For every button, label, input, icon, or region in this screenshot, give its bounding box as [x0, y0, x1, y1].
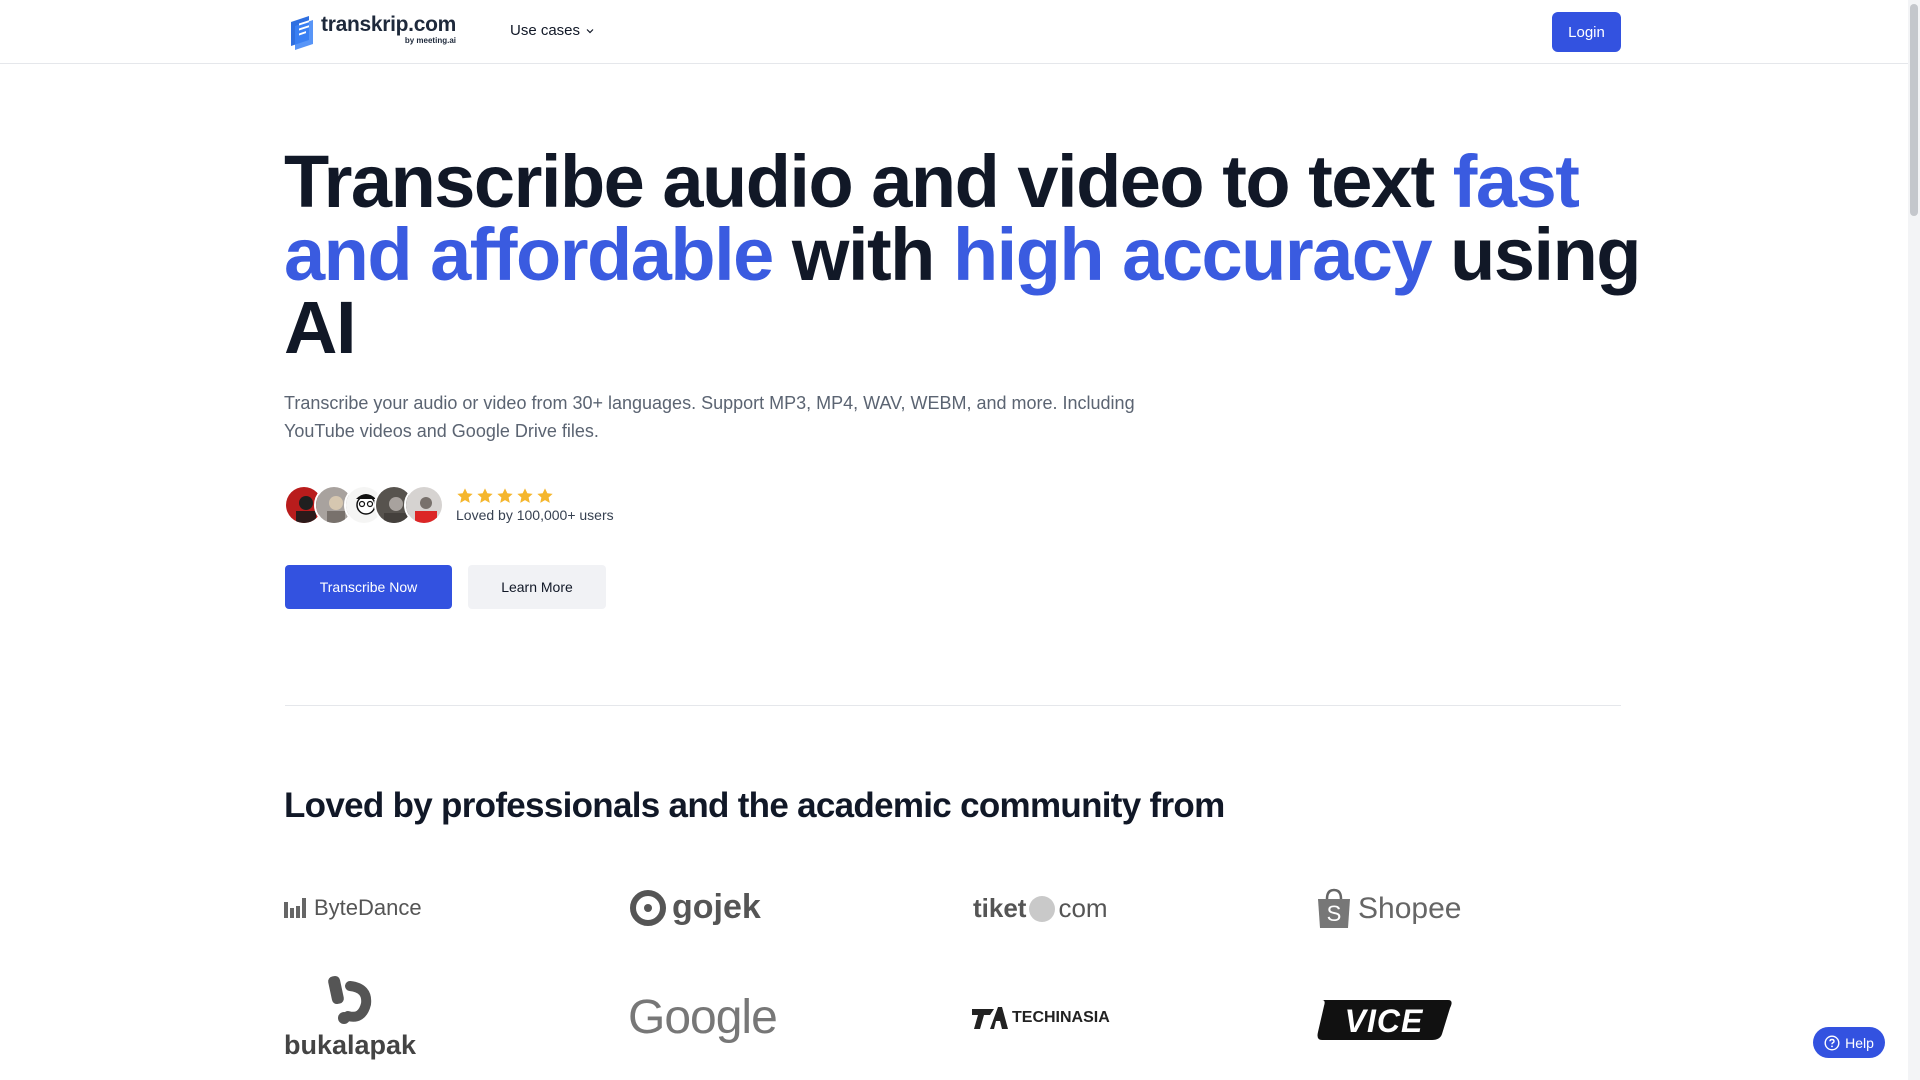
top-navbar: transkrip.com by meeting.ai Use cases Lo… [0, 0, 1908, 64]
chevron-down-icon [586, 28, 594, 33]
vice-wordmark: VICE [1345, 1003, 1424, 1039]
help-label: Help [1845, 1034, 1874, 1051]
google-wordmark: Google [628, 991, 778, 1044]
logos-section-title: Loved by professionals and the academic … [284, 786, 1225, 825]
vice-logo-graphic: VICE [1317, 1000, 1452, 1040]
hero-subtitle: Transcribe your audio or video from 30+ … [284, 393, 1135, 441]
user-avatars [284, 485, 444, 525]
logo-mark-icon [291, 16, 313, 50]
tiket-logo: tiket com [973, 893, 1108, 924]
page-scrollbar[interactable] [1908, 0, 1920, 1080]
shopee-wordmark: Shopee [1358, 892, 1462, 925]
gojek-logo: gojek [630, 888, 761, 927]
tiket-wordmark-right: com [1058, 893, 1108, 923]
bukalapak-logo: bukalapak [284, 972, 416, 1061]
rating-block: Loved by 100,000+ users [456, 487, 614, 523]
star-icon [537, 488, 553, 503]
site-logo[interactable]: transkrip.com by meeting.ai [285, 14, 456, 50]
transcribe-now-button[interactable]: Transcribe Now [285, 565, 452, 609]
google-logo: Google [628, 990, 778, 1045]
bukalapak-wordmark: bukalapak [284, 1030, 417, 1060]
hero-title-part-2: with [772, 213, 953, 296]
hero-title-part-1: Transcribe audio and video to text [284, 140, 1453, 223]
star-icon [457, 488, 473, 503]
hero-title: Transcribe audio and video to text fast … [284, 145, 1664, 365]
social-proof: Loved by 100,000+ users [284, 485, 614, 525]
hero-title-highlight-2: high accuracy [952, 213, 1433, 296]
techinasia-logo: TECHINASIA [972, 1005, 1110, 1031]
vice-logo: VICE [1316, 996, 1454, 1042]
techinasia-wordmark: TECHINASIA [1012, 1009, 1110, 1026]
bytedance-bars-icon [284, 898, 306, 918]
nav-use-cases[interactable]: Use cases [510, 22, 595, 39]
gojek-mark-icon [630, 889, 666, 926]
svg-text:S: S [1327, 901, 1342, 926]
techinasia-mark-icon [972, 1007, 1008, 1029]
login-button[interactable]: Login [1552, 12, 1621, 52]
nav-use-cases-label: Use cases [510, 22, 581, 39]
tiket-dot-icon [1029, 895, 1056, 922]
learn-more-button[interactable]: Learn More [468, 565, 606, 609]
logo-name: transkrip.com [321, 13, 456, 36]
bukalapak-mark-icon [328, 975, 372, 1024]
shopee-logo: S Shopee [1316, 888, 1461, 930]
gojek-wordmark: gojek [672, 888, 761, 926]
bytedance-wordmark: ByteDance [314, 895, 422, 920]
logo-byline: by meeting.ai [404, 36, 456, 45]
avatar [404, 485, 444, 525]
star-icon [497, 488, 513, 503]
help-circle-icon [1824, 1034, 1840, 1051]
star-icon [517, 488, 533, 503]
star-icon [477, 488, 493, 503]
bytedance-logo: ByteDance [284, 895, 422, 921]
rating-stars [456, 487, 614, 505]
tiket-wordmark-left: tiket [973, 893, 1027, 923]
scrollbar-thumb[interactable] [1910, 4, 1918, 216]
shopee-bag-icon: S [1318, 888, 1350, 928]
help-button[interactable]: Help [1813, 1027, 1885, 1058]
section-divider [285, 705, 1621, 706]
loved-by-text: Loved by 100,000+ users [456, 507, 614, 523]
